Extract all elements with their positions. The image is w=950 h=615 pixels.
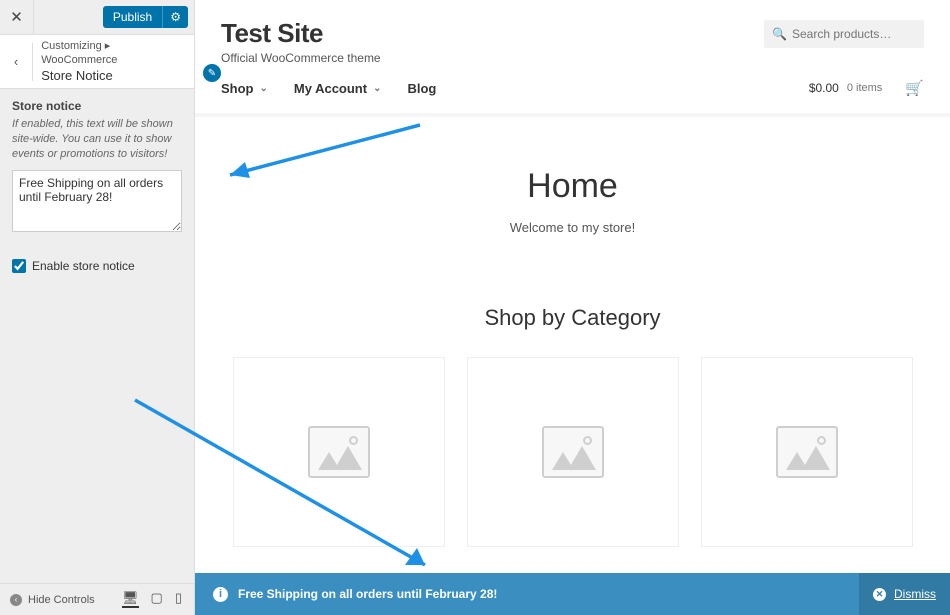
customizer-sidebar: ✕ Publish ⚙ ‹ Customizing ▸ WooCommerce … — [0, 0, 195, 615]
store-notice-bar: i Free Shipping on all orders until Febr… — [195, 573, 950, 615]
enable-store-notice-row[interactable]: Enable store notice — [0, 249, 194, 283]
cart-items-count: 0 items — [847, 82, 882, 94]
cart-amount: $0.00 — [809, 81, 839, 95]
panel-description: If enabled, this text will be shown site… — [12, 117, 182, 162]
nav-item-blog[interactable]: Blog — [407, 81, 436, 96]
panel-label: Store notice — [12, 99, 182, 113]
edit-shortcut-button[interactable]: ✎ — [203, 64, 221, 82]
dismiss-notice-button[interactable]: ✕ Dismiss — [859, 573, 950, 615]
placeholder-image-icon — [776, 426, 838, 478]
hide-controls-button[interactable]: ‹ Hide Controls — [0, 594, 105, 606]
nav-item-label: Shop — [221, 81, 254, 96]
placeholder-image-icon — [542, 426, 604, 478]
nav-item-shop[interactable]: Shop ⌄ — [221, 81, 268, 96]
device-tablet-button[interactable]: ▢ — [151, 591, 163, 608]
page-subtitle: Welcome to my store! — [195, 220, 950, 235]
category-cards — [195, 357, 950, 547]
dismiss-label: Dismiss — [894, 587, 936, 601]
collapse-icon: ‹ — [10, 594, 22, 606]
nav-item-label: Blog — [407, 81, 436, 96]
search-input[interactable] — [764, 20, 924, 48]
section-heading-shop-by-category: Shop by Category — [195, 305, 950, 331]
close-customizer-button[interactable]: ✕ — [0, 0, 34, 34]
chevron-down-icon: ⌄ — [373, 83, 381, 94]
store-notice-text: Free Shipping on all orders until Februa… — [238, 587, 497, 601]
site-title: Test Site — [221, 18, 323, 49]
preview-pane: Test Site 🔍 Official WooCommerce theme ✎… — [195, 0, 950, 615]
category-card[interactable] — [233, 357, 445, 547]
back-button[interactable]: ‹ — [0, 43, 33, 81]
breadcrumb: ‹ Customizing ▸ WooCommerce Store Notice — [0, 34, 194, 89]
site-tagline: Official WooCommerce theme — [195, 51, 950, 65]
device-mobile-button[interactable]: ▯ — [175, 591, 182, 608]
gear-icon: ⚙ — [170, 10, 181, 24]
device-desktop-button[interactable]: 🖥 — [122, 591, 139, 608]
category-card[interactable] — [467, 357, 679, 547]
close-icon: ✕ — [873, 588, 886, 601]
category-card[interactable] — [701, 357, 913, 547]
breadcrumb-title: Store Notice — [41, 68, 186, 85]
pencil-icon: ✎ — [208, 68, 216, 79]
chevron-left-icon: ‹ — [14, 54, 18, 69]
enable-store-notice-label: Enable store notice — [32, 259, 135, 273]
primary-nav: Shop ⌄ My Account ⌄ Blog $0.00 0 items 🛒 — [195, 65, 950, 111]
cart-icon[interactable]: 🛒 — [905, 79, 924, 97]
publish-settings-button[interactable]: ⚙ — [162, 6, 188, 28]
hide-controls-label: Hide Controls — [28, 594, 95, 606]
page-title: Home — [195, 167, 950, 206]
enable-store-notice-checkbox[interactable] — [12, 259, 26, 273]
nav-item-label: My Account — [294, 81, 367, 96]
store-notice-textarea[interactable] — [12, 170, 182, 232]
nav-item-my-account[interactable]: My Account ⌄ — [294, 81, 382, 96]
sidebar-footer: ‹ Hide Controls 🖥 ▢ ▯ — [0, 583, 194, 615]
chevron-down-icon: ⌄ — [260, 83, 268, 94]
info-icon: i — [213, 587, 228, 602]
breadcrumb-path: Customizing ▸ WooCommerce — [41, 39, 186, 68]
publish-button[interactable]: Publish — [103, 6, 162, 28]
placeholder-image-icon — [308, 426, 370, 478]
